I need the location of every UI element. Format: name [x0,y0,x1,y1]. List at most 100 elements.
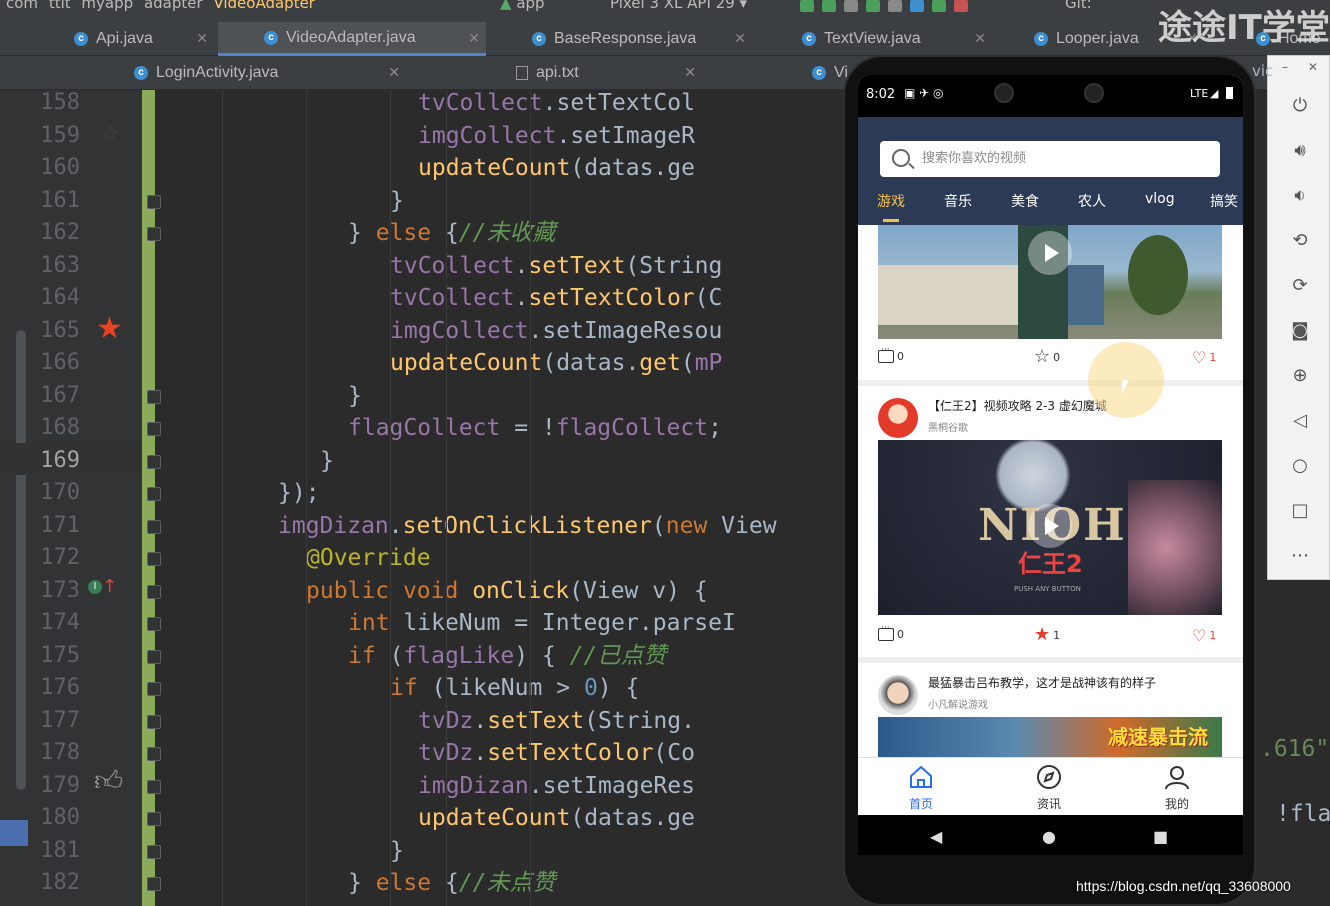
fold-marker-icon[interactable] [147,519,161,534]
fold-marker-icon[interactable] [147,227,161,241]
video-thumbnail[interactable]: NIOH 仁王2 PUSH ANY BUTTON [878,440,1222,615]
code-line[interactable]: tvDz.setText(String. [418,705,855,737]
apply-changes-icon[interactable] [822,0,836,12]
fold-marker-icon[interactable] [147,194,161,209]
code-line[interactable]: tvCollect.setTextCol [418,90,855,119]
video-title[interactable]: 【仁王2】视频攻略 2-3 虚幻魔城 [928,397,1107,414]
code-line[interactable]: public void onClick(View v) { [306,575,855,607]
collect-button[interactable]: ☆ 0 [1034,348,1060,366]
code-line[interactable]: if (likeNum > 0) { [390,672,855,704]
video-author[interactable]: 黑桐谷歌 [928,419,968,434]
fold-marker-icon[interactable] [147,877,161,891]
close-icon[interactable]: ✕ [974,30,986,47]
tab-textview-java[interactable]: c TextView.java ✕ [802,22,992,56]
search-input[interactable]: 搜索你喜欢的视频 [880,141,1220,177]
code-line[interactable]: if (flagLike) { //已点赞 [348,640,855,672]
close-icon[interactable]: ✕ [388,64,400,81]
video-author[interactable]: 小凡解说游戏 [928,696,988,711]
code-line[interactable]: imgDizan.setImageRes [418,770,855,802]
category-tab-vlog[interactable]: vlog [1145,191,1175,207]
category-tab-funny[interactable]: 搞笑 [1210,191,1238,211]
more-icon[interactable]: ⋯ [1288,544,1312,568]
category-tab-farmer[interactable]: 农人 [1078,191,1106,211]
video-thumbnail[interactable] [878,225,1222,339]
comment-button[interactable]: 0 [878,623,904,641]
fold-marker-icon[interactable] [147,649,161,664]
fold-marker-icon[interactable] [147,422,161,436]
bookmark-star-icon[interactable]: ★ [96,314,123,344]
code-line[interactable]: flagCollect = !flagCollect; [348,412,855,444]
category-tab-music[interactable]: 音乐 [944,191,972,211]
fold-marker-icon[interactable] [147,389,161,404]
git-label[interactable]: Git: [1065,0,1092,12]
video-feed[interactable]: 0 ☆0 ♡1 【仁王2】视频攻略 2-3 虚幻魔城 黑桐谷歌 NIOH 仁王2… [858,225,1243,757]
override-arrow-icon[interactable]: ↑ [102,578,117,596]
code-line[interactable]: } else {//未点赞 [348,867,855,899]
breadcrumb-item[interactable]: adapter [144,0,203,12]
avatar[interactable] [878,675,918,715]
video-card[interactable]: 【仁王2】视频攻略 2-3 虚幻魔城 黑桐谷歌 NIOH 仁王2 PUSH AN… [858,386,1243,657]
tab-baseresponse-java[interactable]: c BaseResponse.java ✕ [532,22,752,56]
fold-marker-icon[interactable] [147,812,161,826]
code-line[interactable]: } [348,380,855,412]
tab-api-java[interactable]: c Api.java ✕ [74,22,214,56]
implements-icon[interactable]: I [88,580,102,594]
fold-marker-icon[interactable] [147,779,161,794]
code-line[interactable]: imgDizan.setOnClickListener(new View [278,510,855,542]
stop-icon[interactable] [954,0,968,12]
sync-icon[interactable] [800,0,814,12]
code-line[interactable]: } [390,835,855,867]
fold-marker-icon[interactable] [147,584,161,599]
video-title[interactable]: 最猛暴击吕布教学，这才是战神该有的样子 [928,674,1156,691]
close-icon[interactable]: ✕ [684,64,696,81]
home-icon[interactable]: ○ [1288,454,1312,478]
video-card[interactable]: 0 ☆0 ♡1 [858,225,1243,380]
minimize-icon[interactable]: – [1282,60,1288,74]
tab-videoadapter-java[interactable]: c VideoAdapter.java ✕ [218,22,486,56]
zoom-icon[interactable]: ⊕ [1288,364,1312,388]
breadcrumb-item[interactable]: VideoAdapter [213,0,315,12]
code-line[interactable]: } else {//未收藏 [348,217,855,249]
volume-up-icon[interactable]: 🔊︎ [1288,139,1312,163]
collect-button[interactable]: ★ 1 [1034,626,1060,644]
category-tab-food[interactable]: 美食 [1011,191,1039,211]
fold-marker-icon[interactable] [147,617,161,631]
code-line[interactable]: tvCollect.setTextColor(C [390,282,855,314]
fold-marker-icon[interactable] [147,844,161,859]
debug-icon[interactable] [866,0,880,12]
profile-icon[interactable] [910,0,924,12]
tab-loginactivity-java[interactable]: c LoginActivity.java ✕ [134,56,406,90]
breadcrumb-item[interactable]: ttit [49,0,71,12]
code-line[interactable]: tvCollect.setText(String [390,250,855,282]
code-line[interactable]: updateCount(datas.get(mP [390,347,855,379]
device-select[interactable]: Pixel 3 XL API 29 ▾ [610,0,747,12]
code-line[interactable]: updateCount(datas.ge [418,152,855,184]
code-line[interactable]: updateCount(datas.ge [418,802,855,834]
nav-mine[interactable]: 我的 [1142,764,1212,812]
phone-screen[interactable]: 8:02 ▣ ✈ ◎ LTE ◢ 搜索你喜欢的视频 游戏 音乐 美食 农人 vl… [858,75,1243,855]
volume-down-icon[interactable]: 🔉︎ [1288,184,1312,208]
play-icon[interactable] [1028,504,1072,548]
camera-icon[interactable]: ◙ [1288,319,1312,343]
close-icon[interactable]: ✕ [468,30,480,47]
attach-icon[interactable] [888,0,902,12]
play-icon[interactable] [1028,231,1072,275]
fold-marker-icon[interactable] [147,682,161,696]
power-icon[interactable]: ⏻ [1288,94,1312,118]
code-line[interactable]: } [320,445,855,477]
breadcrumb-item[interactable]: com [6,0,38,12]
code-line[interactable]: @Override [306,542,855,574]
recents-icon[interactable]: ■ [1153,827,1168,846]
code-line[interactable]: imgCollect.setImageResou [390,315,855,347]
rotate-right-icon[interactable]: ⟳ [1288,274,1312,298]
home-circle-icon[interactable]: ● [1042,827,1056,846]
breadcrumb-item[interactable]: myapp [81,0,133,12]
code-line[interactable]: } [390,185,855,217]
fold-marker-icon[interactable] [147,552,161,566]
back-icon[interactable]: ◀ [930,827,942,846]
close-icon[interactable]: ✕ [196,30,208,47]
avatar[interactable] [878,398,918,438]
like-button[interactable]: ♡ 1 [1192,626,1216,645]
close-icon[interactable]: ✕ [734,30,746,47]
fold-marker-icon[interactable] [147,714,161,729]
